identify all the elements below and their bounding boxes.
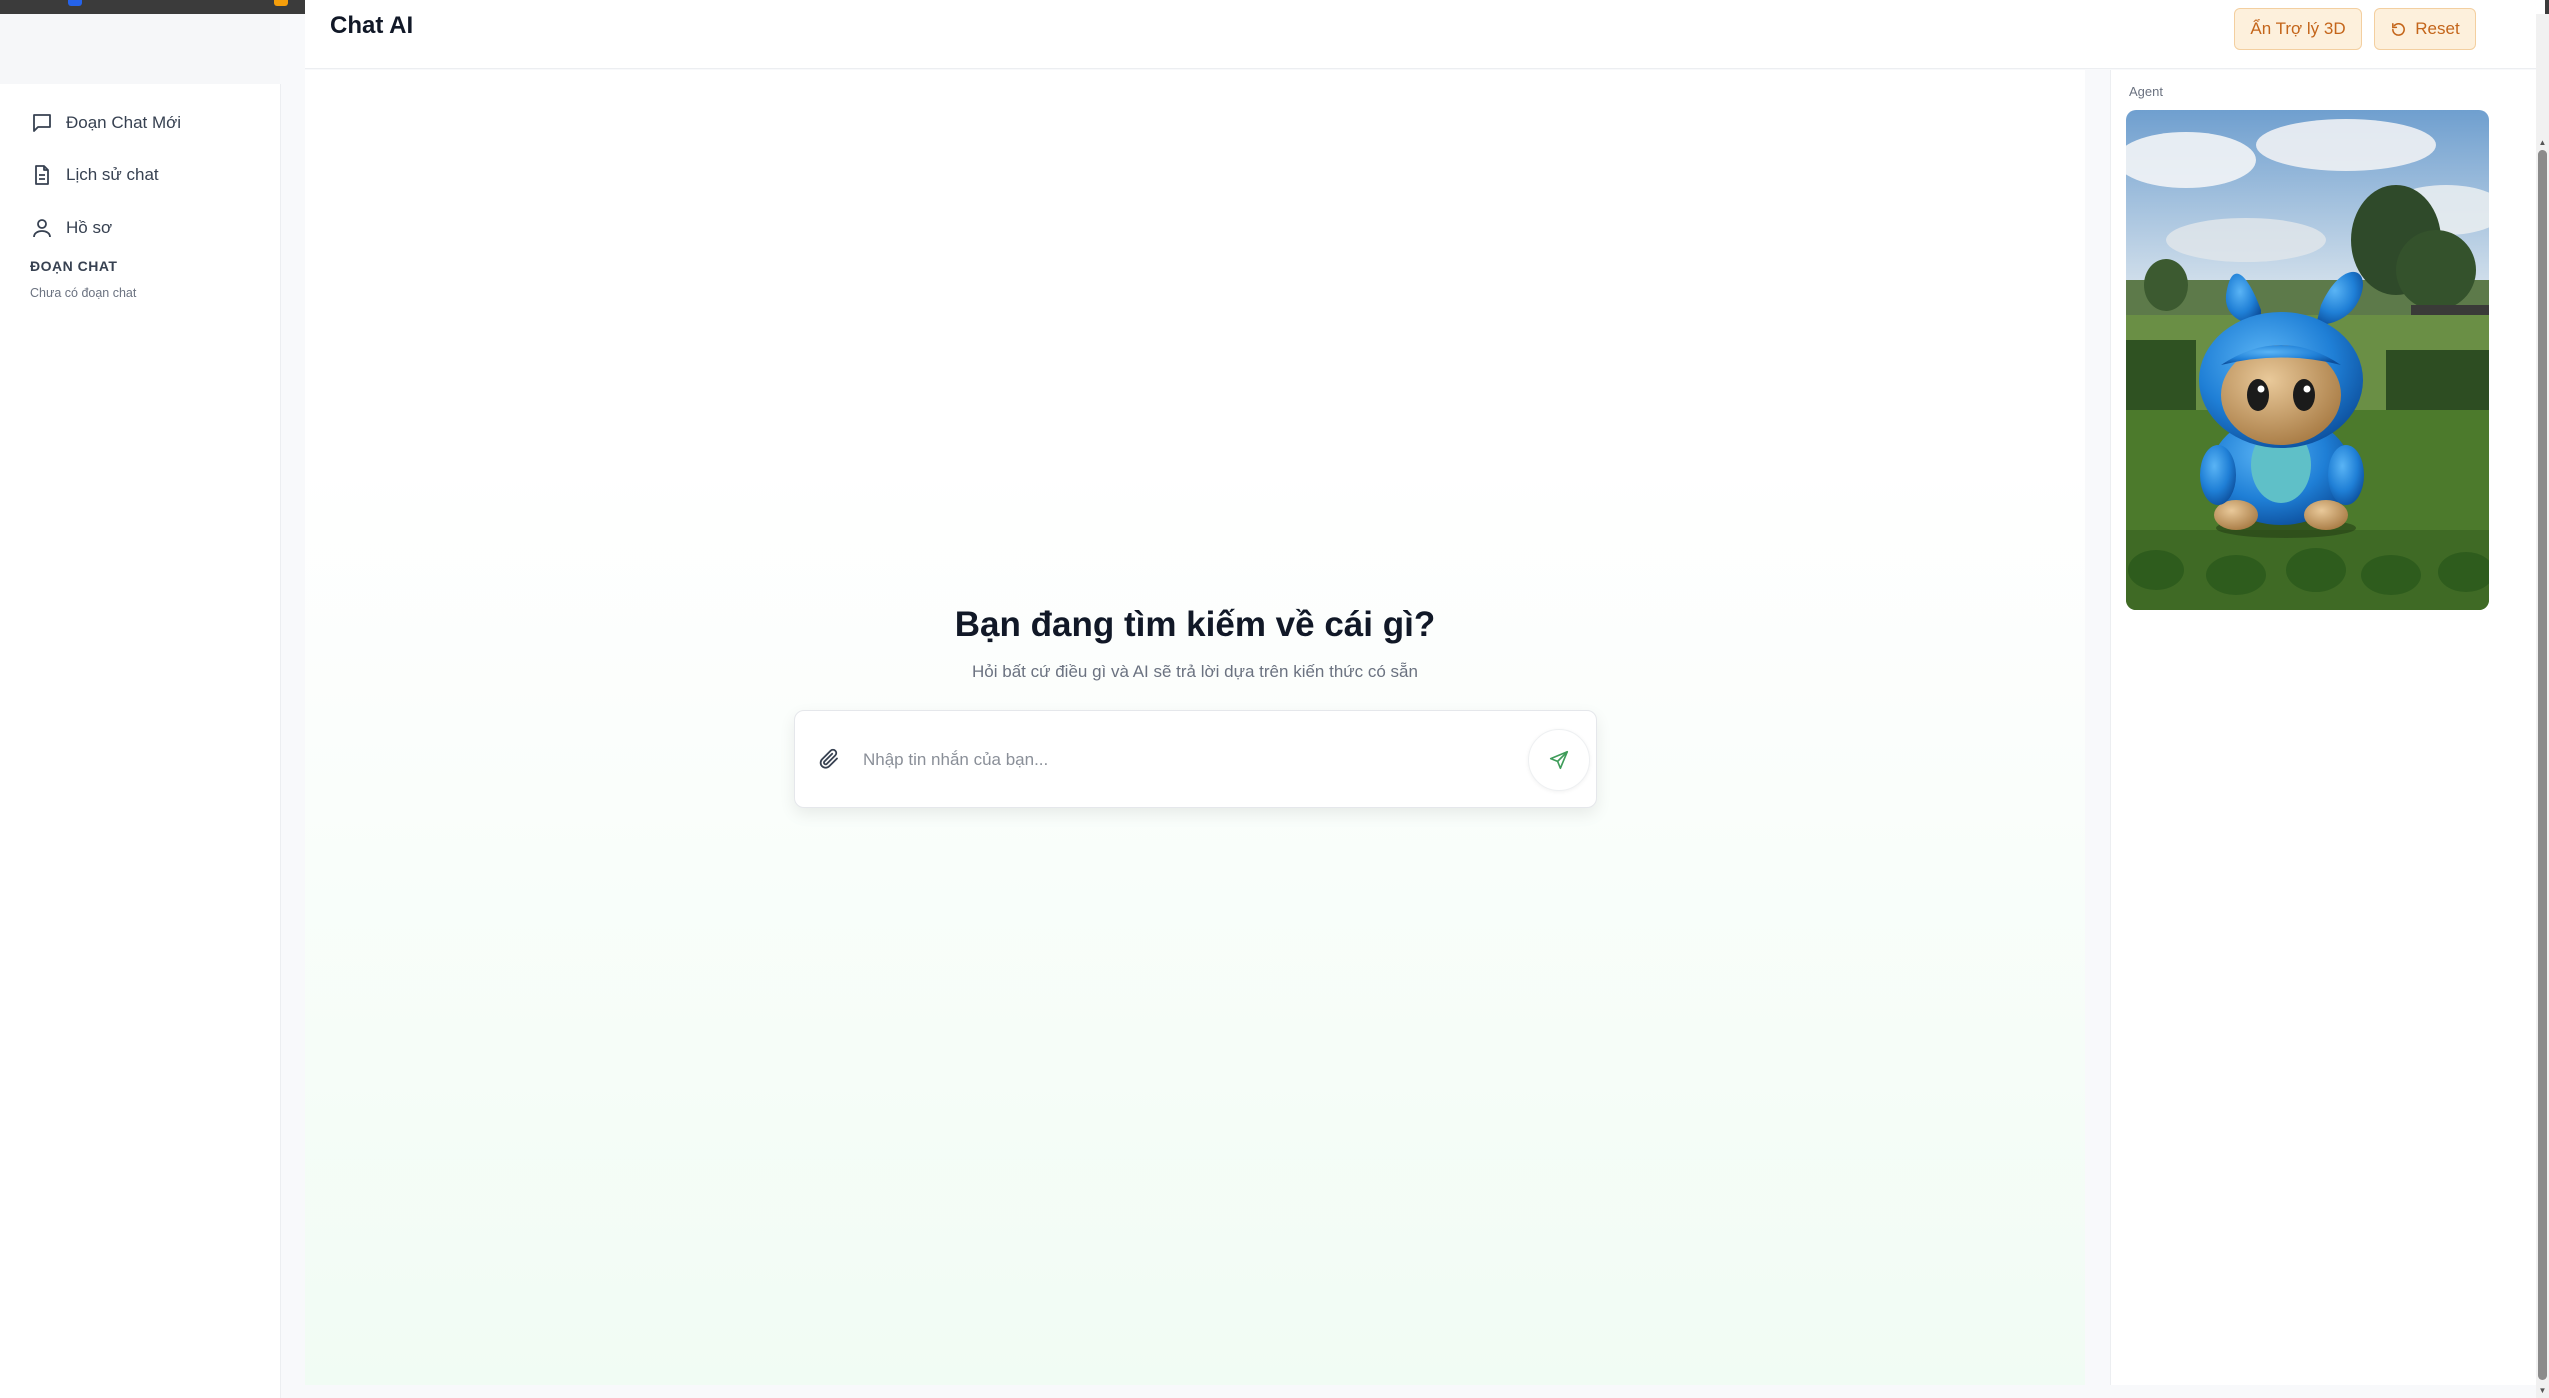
sidebar-item-history[interactable]: Lịch sử chat xyxy=(30,155,159,195)
sidebar-header xyxy=(0,14,280,84)
reset-icon xyxy=(2392,22,2406,36)
page-scrollbar-thumb[interactable] xyxy=(2538,150,2547,1380)
welcome-heading: Bạn đang tìm kiếm về cái gì? xyxy=(954,605,1436,644)
paperclip-icon[interactable] xyxy=(817,747,841,771)
top-header xyxy=(305,0,2545,69)
sidebar-item-profile[interactable]: Hồ sơ xyxy=(30,208,112,248)
scroll-up-arrow-icon[interactable]: ▲ xyxy=(2538,138,2547,147)
sidebar-item-label: Đoạn Chat Mới xyxy=(66,113,182,132)
page-title: Chat AI xyxy=(330,12,414,39)
sidebar xyxy=(0,84,281,1398)
empty-chat-list-text: Chưa có đoạn chat xyxy=(30,286,137,300)
scroll-down-arrow-icon[interactable]: ▼ xyxy=(2538,1386,2547,1395)
tab-favicon xyxy=(274,0,288,6)
agent-3d-mascot-image xyxy=(2126,110,2489,610)
user-icon xyxy=(33,219,51,238)
chat-bubble-icon xyxy=(33,114,51,132)
reset-button[interactable]: Reset xyxy=(2374,8,2476,50)
tab-favicon xyxy=(68,0,82,6)
chat-section-title: ĐOẠN CHAT xyxy=(30,258,118,274)
send-button[interactable] xyxy=(1528,729,1590,791)
message-input[interactable] xyxy=(861,741,1505,779)
reset-button-label: Reset xyxy=(2415,19,2460,38)
message-composer xyxy=(794,710,1597,808)
agent-label: Agent xyxy=(2129,84,2163,99)
sidebar-item-label: Lịch sử chat xyxy=(66,165,159,184)
document-icon xyxy=(35,165,49,185)
send-icon xyxy=(1549,750,1569,770)
welcome-subheading: Hỏi bất cứ điều gì và AI sẽ trả lời dựa … xyxy=(972,662,1418,681)
mascot-illustration xyxy=(2126,110,2489,610)
sidebar-item-label: Hồ sơ xyxy=(66,218,113,237)
toggle-3d-assistant-button[interactable]: Ẩn Trợ lý 3D xyxy=(2234,8,2362,50)
sidebar-item-new-chat[interactable]: Đoạn Chat Mới xyxy=(30,103,181,143)
